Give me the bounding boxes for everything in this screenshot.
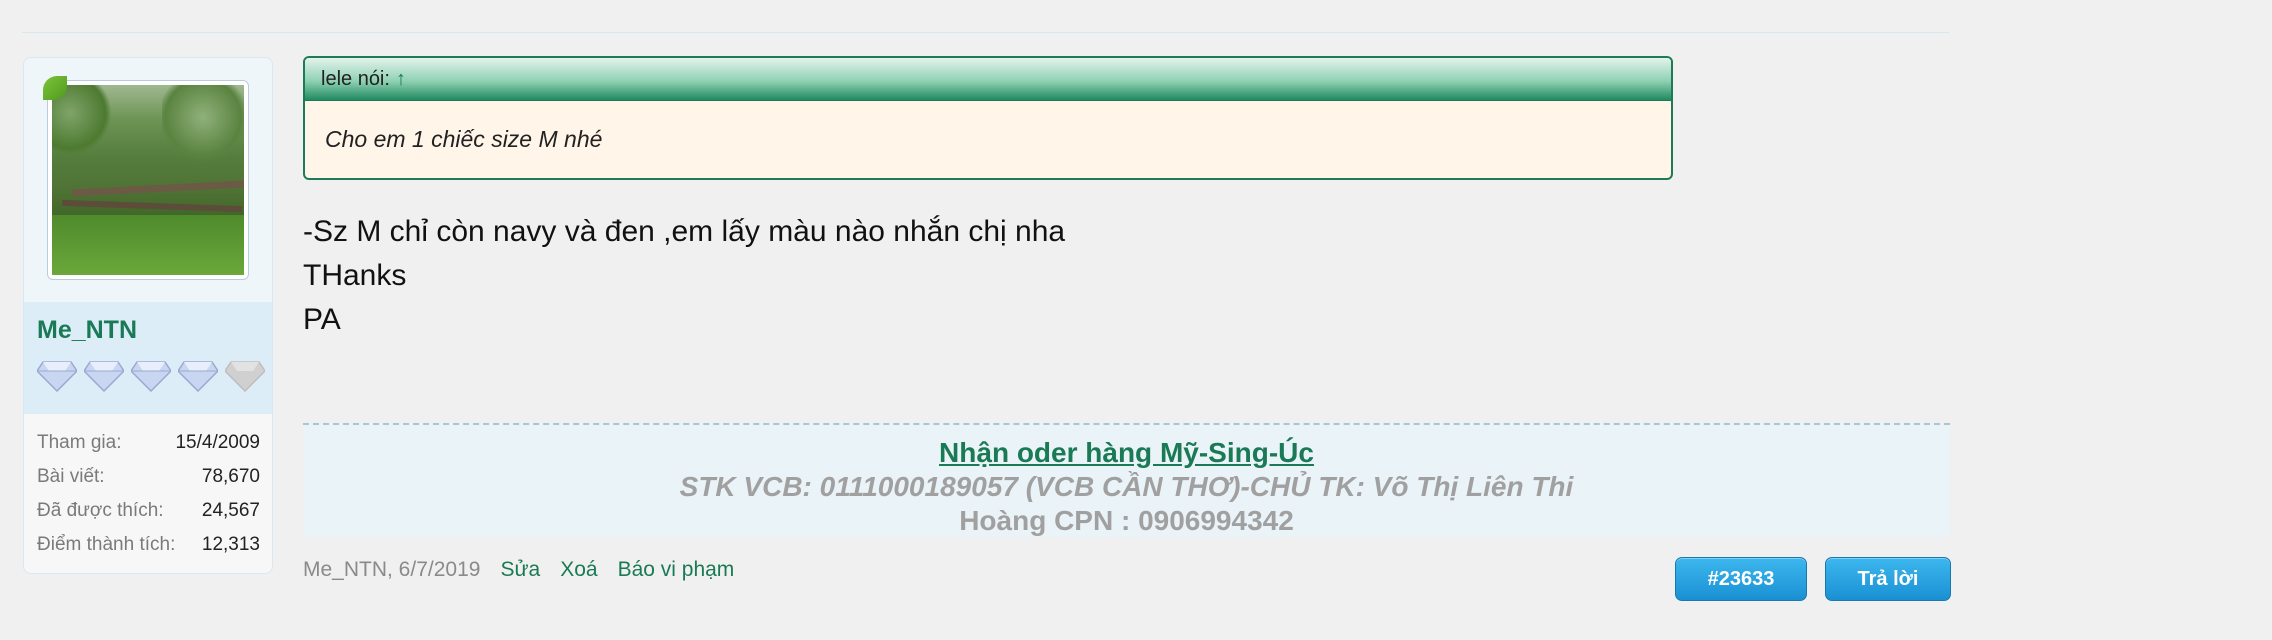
diamond-icon — [84, 361, 124, 392]
avatar-image[interactable] — [52, 85, 244, 275]
avatar[interactable] — [47, 80, 249, 280]
signature-phone: Hoàng CPN : 0906994342 — [959, 505, 1294, 536]
quote-block: lele nói: ↑ Cho em 1 chiếc size M nhé — [303, 56, 1673, 180]
rank-gems — [37, 358, 265, 392]
stat-likes: Đã được thích: 24,567 — [24, 494, 272, 528]
stat-value[interactable]: 78,670 — [202, 466, 260, 488]
user-info-panel: Me_NTN Tham gia: 15/4/2009 Bài viết: 78,… — [23, 57, 273, 574]
message-line: PA — [303, 303, 341, 336]
signature-bank-info: STK VCB: 0111000189057 (VCB CẦN THƠ)-CHỦ… — [679, 471, 1574, 502]
stat-label: Điểm thành tích: — [37, 534, 176, 555]
stat-label: Đã được thích: — [37, 500, 164, 521]
diamond-empty-icon — [225, 361, 265, 392]
post-number-button[interactable]: #23633 — [1675, 557, 1807, 601]
stat-value[interactable]: 12,313 — [202, 534, 260, 556]
stat-label: Tham gia: — [37, 432, 122, 453]
delete-link[interactable]: Xoá — [560, 558, 597, 582]
quote-text: Cho em 1 chiếc size M nhé — [325, 125, 603, 152]
jump-to-quote-icon[interactable]: ↑ — [396, 68, 406, 91]
report-link[interactable]: Báo vi phạm — [618, 558, 735, 582]
diamond-icon — [131, 361, 171, 392]
diamond-icon — [178, 361, 218, 392]
username-link[interactable]: Me_NTN — [37, 316, 137, 345]
stat-trophy-points: Điểm thành tích: 12,313 — [24, 528, 272, 562]
stat-value: 15/4/2009 — [175, 432, 260, 453]
message-line: THanks — [303, 259, 407, 292]
quote-header: lele nói: ↑ — [305, 58, 1671, 101]
post-author-date[interactable]: Me_NTN, 6/7/2019 — [303, 558, 480, 582]
edit-link[interactable]: Sửa — [500, 558, 540, 582]
signature-link[interactable]: Nhận oder hàng Mỹ-Sing-Úc — [303, 436, 1950, 470]
quote-author[interactable]: lele nói: — [321, 68, 390, 91]
post-meta: Me_NTN, 6/7/2019 Sửa Xoá Báo vi phạm — [303, 558, 734, 582]
stat-posts: Bài viết: 78,670 — [24, 460, 272, 494]
stat-joined: Tham gia: 15/4/2009 — [24, 426, 272, 460]
stat-label: Bài viết: — [37, 466, 105, 487]
top-divider — [22, 32, 1949, 33]
stat-value: 24,567 — [201, 500, 260, 521]
diamond-icon — [37, 361, 77, 392]
user-stats: Tham gia: 15/4/2009 Bài viết: 78,670 Đã … — [24, 426, 272, 562]
user-signature: Nhận oder hàng Mỹ-Sing-Úc STK VCB: 01110… — [303, 423, 1950, 537]
message-line: -Sz M chỉ còn navy và đen ,em lấy màu nà… — [303, 215, 1066, 248]
avatar-area — [24, 58, 272, 302]
reply-button[interactable]: Trả lời — [1825, 557, 1951, 601]
post-message: -Sz M chỉ còn navy và đen ,em lấy màu nà… — [303, 210, 1065, 342]
